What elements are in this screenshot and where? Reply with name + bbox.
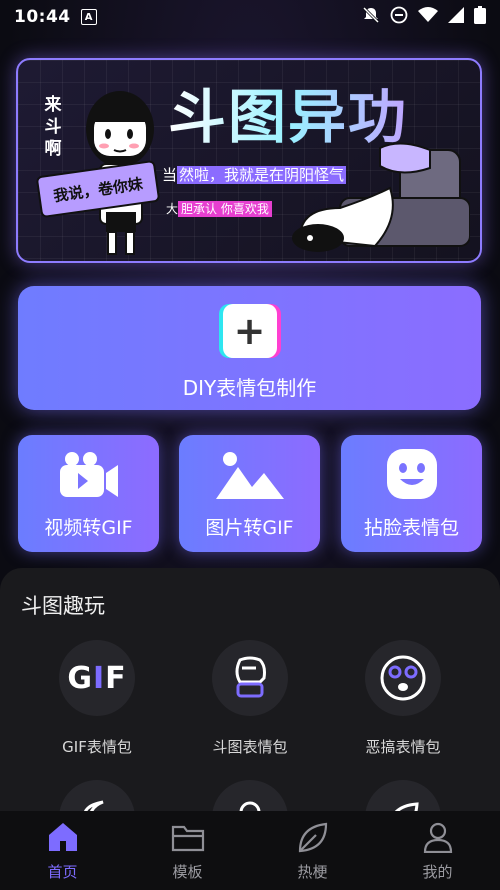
signal-icon: [448, 6, 464, 28]
plus-icon: +: [222, 304, 277, 358]
folder-icon: [171, 821, 205, 857]
home-icon: [46, 821, 80, 857]
leaf-icon: [296, 821, 330, 857]
tab-me-label: 我的: [422, 863, 453, 881]
battle-meme-label: 斗图表情包: [212, 738, 288, 756]
battery-icon: [474, 5, 486, 29]
spoof-meme-label: 恶搞表情包: [365, 738, 441, 756]
diy-meme-maker-button[interactable]: + DIY表情包制作: [18, 286, 481, 410]
smiley-face-icon: [385, 449, 439, 501]
tab-trending[interactable]: 热梗: [250, 811, 375, 890]
image-mountain-icon: [214, 449, 286, 501]
image-to-gif-label: 图片转GIF: [205, 517, 294, 539]
bottom-navigation: 首页 模板 热梗 我的: [0, 811, 500, 890]
gif-icon: GIF: [59, 640, 135, 716]
status-icons: [362, 5, 486, 29]
armchair-cat-illustration: [280, 138, 471, 261]
tab-templates[interactable]: 模板: [125, 811, 250, 890]
tab-home[interactable]: 首页: [0, 811, 125, 890]
bell-off-icon: [362, 6, 380, 29]
diy-label: DIY表情包制作: [182, 376, 317, 400]
tab-trending-label: 热梗: [297, 863, 328, 881]
promo-banner[interactable]: 来斗啊 我说，卷你妹 斗图异功 当然啦，我就是在阴阳怪气 大胆承认 你喜欢我: [16, 58, 482, 263]
video-camera-icon: [58, 449, 120, 501]
gif-logo-g: G: [67, 660, 93, 696]
status-time: 10:44: [14, 7, 71, 27]
battle-meme-item[interactable]: 斗图表情包: [190, 640, 310, 757]
image-to-gif-button[interactable]: 图片转GIF: [179, 435, 320, 552]
banner-line2-highlight: 胆承认 你喜欢我: [178, 201, 272, 217]
tab-templates-label: 模板: [172, 863, 203, 881]
video-to-gif-label: 视频转GIF: [44, 517, 133, 539]
tab-me[interactable]: 我的: [375, 811, 500, 890]
face-meme-button[interactable]: 拈脸表情包: [341, 435, 482, 552]
silly-face-icon: [365, 640, 441, 716]
face-meme-label: 拈脸表情包: [363, 517, 459, 539]
banner-line1-prefix: 当: [162, 166, 178, 184]
gif-meme-item[interactable]: GIF GIF表情包: [37, 640, 157, 757]
gif-meme-label: GIF表情包: [62, 738, 132, 756]
gif-logo-i: I: [92, 660, 106, 696]
wifi-icon: [418, 6, 438, 28]
do-not-disturb-icon: [390, 6, 408, 29]
tab-home-label: 首页: [47, 863, 78, 881]
gif-logo-f: F: [105, 660, 127, 696]
banner-line2-prefix: 大: [166, 202, 179, 216]
fun-section-title: 斗图趣玩: [21, 594, 105, 618]
banner-line2: 大胆承认 你喜欢我: [166, 200, 272, 217]
banner-vertical-text: 来斗啊: [44, 95, 62, 159]
fist-icon: [212, 640, 288, 716]
app-screen: 10:44 A 来斗啊 我说，卷你妹 斗图异功 当 然啦，我就是在阴阳怪气 大 …: [0, 0, 500, 890]
notification-badge: A: [80, 9, 97, 25]
video-to-gif-button[interactable]: 视频转GIF: [18, 435, 159, 552]
status-bar: 10:44 A: [0, 0, 500, 34]
spoof-meme-item[interactable]: 恶搞表情包: [343, 640, 463, 757]
person-icon: [421, 821, 455, 857]
